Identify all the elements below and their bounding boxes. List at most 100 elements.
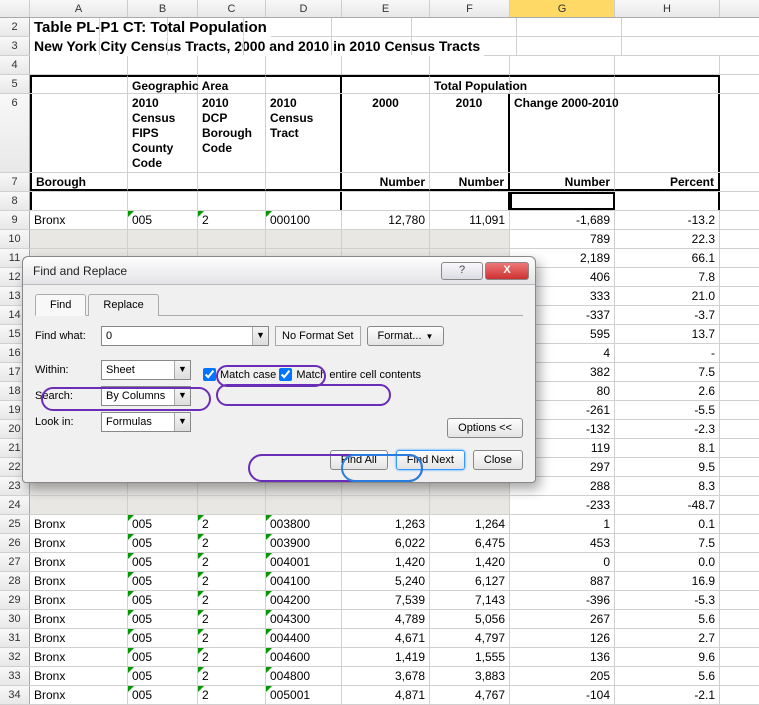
cell[interactable] — [266, 192, 342, 210]
cell[interactable]: Bronx — [30, 686, 128, 704]
cell[interactable]: 004200 — [266, 591, 342, 609]
cell[interactable]: 267 — [510, 610, 615, 628]
cell[interactable]: Bronx — [30, 572, 128, 590]
cell[interactable] — [430, 230, 510, 248]
cell[interactable] — [198, 173, 266, 191]
select-all-corner[interactable] — [0, 0, 30, 17]
cell[interactable] — [615, 56, 720, 74]
cell[interactable] — [430, 56, 510, 74]
cell[interactable]: 005001 — [266, 686, 342, 704]
cell[interactable]: 1,419 — [342, 648, 430, 666]
cell[interactable] — [30, 192, 128, 210]
cell[interactable]: - — [615, 344, 720, 362]
col-header-A[interactable]: A — [30, 0, 128, 17]
cell[interactable] — [430, 192, 510, 210]
cell[interactable] — [342, 230, 430, 248]
cell[interactable]: Bronx — [30, 610, 128, 628]
row-header[interactable]: 25 — [0, 515, 30, 533]
cell[interactable]: 2 — [198, 591, 266, 609]
cell[interactable]: -104 — [510, 686, 615, 704]
match-entire-checkbox[interactable]: Match entire cell contents — [279, 368, 421, 381]
cell[interactable]: 1 — [510, 515, 615, 533]
cell[interactable] — [342, 192, 430, 210]
cell[interactable]: 005 — [128, 610, 198, 628]
cell[interactable] — [342, 496, 430, 514]
cell[interactable]: 4,789 — [342, 610, 430, 628]
cell[interactable]: 2 — [198, 629, 266, 647]
row-header[interactable]: 28 — [0, 572, 30, 590]
cell[interactable]: -233 — [510, 496, 615, 514]
cell[interactable]: 6,127 — [430, 572, 510, 590]
row-header[interactable]: 6 — [0, 94, 30, 172]
cell[interactable] — [266, 173, 342, 191]
cell[interactable] — [510, 75, 615, 93]
col-header-E[interactable]: E — [342, 0, 430, 17]
cell[interactable]: 5.6 — [615, 667, 720, 685]
cell[interactable]: 2 — [198, 211, 266, 229]
cell[interactable]: Bronx — [30, 211, 128, 229]
cell[interactable]: 004100 — [266, 572, 342, 590]
cell[interactable]: 1,420 — [342, 553, 430, 571]
cell[interactable]: 2 — [198, 572, 266, 590]
cell[interactable]: 205 — [510, 667, 615, 685]
cell[interactable]: 7.8 — [615, 268, 720, 286]
cell[interactable] — [412, 37, 517, 55]
cell[interactable] — [615, 192, 720, 210]
cell[interactable] — [30, 496, 128, 514]
find-next-button[interactable]: Find Next — [396, 450, 465, 470]
tab-find[interactable]: Find — [35, 294, 86, 316]
cell[interactable]: 7,143 — [430, 591, 510, 609]
cell[interactable]: 2000 — [342, 94, 430, 172]
cell[interactable]: 7,539 — [342, 591, 430, 609]
cell[interactable]: 6,475 — [430, 534, 510, 552]
chevron-down-icon[interactable]: ▼ — [174, 413, 190, 431]
cell[interactable]: 005 — [128, 591, 198, 609]
cell[interactable]: 2010 — [430, 94, 510, 172]
cell[interactable]: -5.3 — [615, 591, 720, 609]
cell[interactable] — [266, 230, 342, 248]
cell[interactable]: 005 — [128, 629, 198, 647]
cell[interactable]: 004300 — [266, 610, 342, 628]
cell[interactable]: Bronx — [30, 629, 128, 647]
cell[interactable]: 2 — [198, 648, 266, 666]
row-header[interactable]: 7 — [0, 173, 30, 191]
col-header-F[interactable]: F — [430, 0, 510, 17]
cell[interactable]: 2 — [198, 534, 266, 552]
cell[interactable] — [517, 18, 622, 36]
cell[interactable]: 2010CensusTract — [266, 94, 342, 172]
cell[interactable] — [266, 56, 342, 74]
cell[interactable] — [198, 56, 266, 74]
cell[interactable]: Percent — [615, 173, 720, 191]
cell[interactable]: Bronx — [30, 667, 128, 685]
cell[interactable]: 004800 — [266, 667, 342, 685]
row-header[interactable]: 4 — [0, 56, 30, 74]
cell[interactable]: 0.1 — [615, 515, 720, 533]
cell[interactable]: -396 — [510, 591, 615, 609]
cell[interactable]: 4,767 — [430, 686, 510, 704]
cell[interactable]: 11,091 — [430, 211, 510, 229]
find-what-input[interactable] — [102, 327, 252, 345]
cell[interactable]: 9.6 — [615, 648, 720, 666]
cell[interactable] — [615, 75, 720, 93]
cell[interactable]: 16.9 — [615, 572, 720, 590]
cell[interactable]: -13.2 — [615, 211, 720, 229]
cell[interactable]: Bronx — [30, 553, 128, 571]
cell[interactable]: 2.6 — [615, 382, 720, 400]
cell[interactable]: 2.7 — [615, 629, 720, 647]
cell[interactable]: 7.5 — [615, 363, 720, 381]
cell[interactable]: Total Population — [430, 75, 510, 93]
cell[interactable]: 9.5 — [615, 458, 720, 476]
cell[interactable] — [510, 192, 615, 210]
cell[interactable] — [30, 56, 128, 74]
col-header-B[interactable]: B — [128, 0, 198, 17]
format-button[interactable]: Format...▼ — [367, 326, 445, 346]
cell[interactable] — [168, 37, 244, 55]
row-header[interactable]: 3 — [0, 37, 30, 55]
chevron-down-icon[interactable]: ▼ — [252, 327, 268, 345]
cell[interactable]: 5.6 — [615, 610, 720, 628]
row-header[interactable]: 34 — [0, 686, 30, 704]
col-header-C[interactable]: C — [198, 0, 266, 17]
options-button[interactable]: Options << — [447, 418, 523, 438]
cell[interactable]: 005 — [128, 572, 198, 590]
cell[interactable]: -48.7 — [615, 496, 720, 514]
